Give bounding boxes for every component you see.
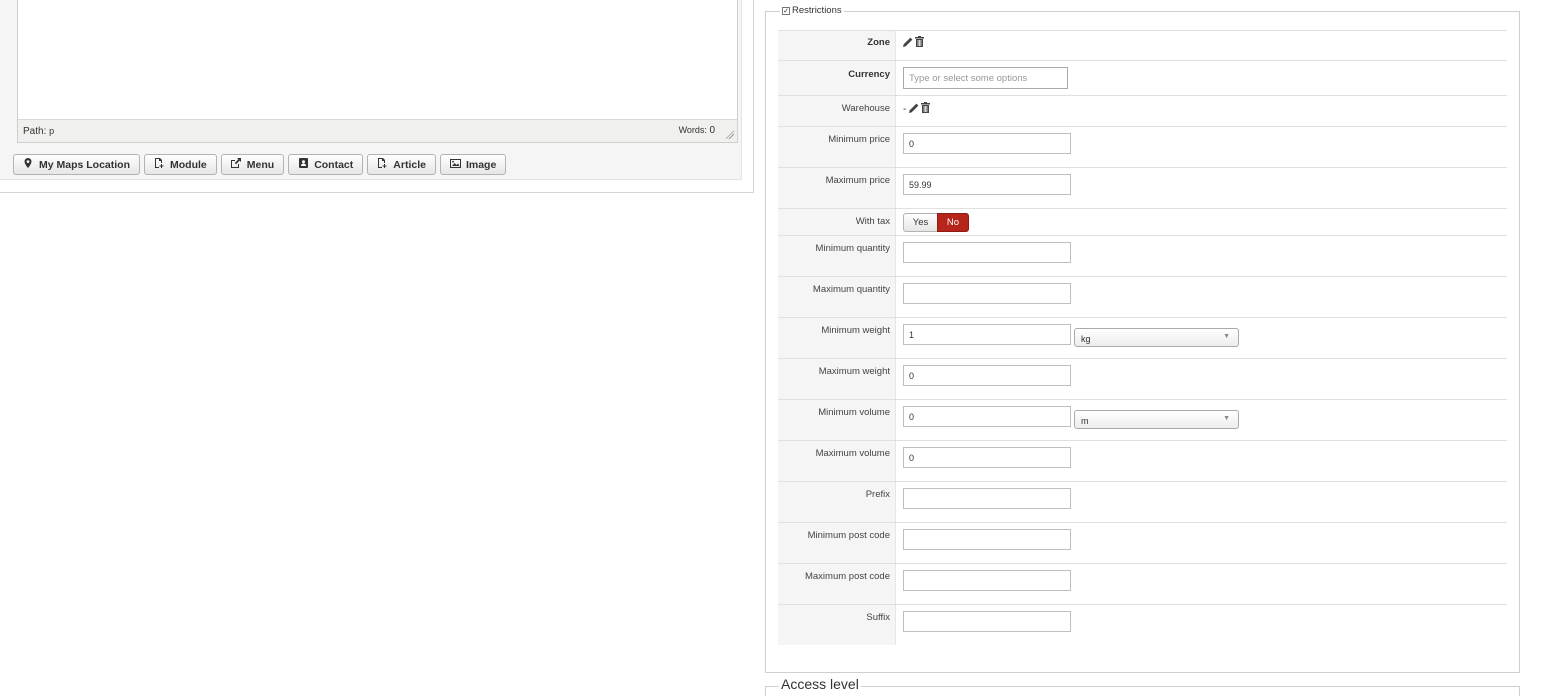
picture-icon [449,158,461,171]
editor-panel-inner: Path: p Words: 0 My Maps Location Module… [0,0,742,180]
chevron-down-icon: ▼ [1223,333,1230,340]
minimum-quantity-label: Minimum quantity [815,243,890,254]
menu-label: Menu [246,158,275,171]
volume-unit-select[interactable]: m ▼ [1074,410,1239,429]
restrictions-legend-text: Restrictions [792,5,842,16]
address-book-icon [298,158,308,171]
row-divider [778,481,1507,482]
volume-unit-value: m [1081,416,1089,426]
image-label: Image [465,158,497,171]
trash-icon[interactable] [915,36,924,50]
my-maps-location-button[interactable]: My Maps Location [13,154,141,175]
maximum-quantity-input[interactable] [903,283,1071,304]
currency-multiselect[interactable]: Type or select some options [903,67,1068,89]
editor-content-area[interactable]: Path: p Words: 0 [17,0,738,143]
row-divider [778,235,1507,236]
maximum-price-input[interactable]: 59.99 [903,174,1071,195]
words-label: Words: [678,125,707,135]
pencil-icon[interactable] [909,103,919,116]
minimum-weight-label: Minimum weight [821,325,890,336]
row-divider [778,522,1507,523]
suffix-input[interactable] [903,611,1071,632]
with-tax-no-button[interactable]: No [937,213,969,232]
map-pin-icon [23,158,33,171]
with-tax-toggle: Yes No [903,213,969,232]
currency-label: Currency [848,69,890,80]
row-divider [778,95,1507,96]
row-divider [778,126,1507,127]
minimum-quantity-input[interactable] [903,242,1071,263]
share-icon [230,158,241,171]
editor-statusbar: Path: p Words: 0 [18,119,737,142]
module-label: Module [170,158,207,171]
row-divider [778,208,1507,209]
row-divider [778,276,1507,277]
path-label: Path: [23,126,47,137]
minimum-post-code-label: Minimum post code [807,530,890,541]
minimum-weight-input[interactable]: 1 [903,324,1071,345]
row-divider [778,167,1507,168]
maximum-post-code-input[interactable] [903,570,1071,591]
suffix-label: Suffix [866,612,890,623]
pencil-icon[interactable] [903,37,913,50]
maximum-quantity-label: Maximum quantity [812,284,890,295]
access-level-fieldset [765,686,1520,696]
prefix-input[interactable] [903,488,1071,509]
my-maps-location-label: My Maps Location [39,158,131,171]
minimum-volume-label: Minimum volume [818,407,890,418]
label-column [778,30,896,645]
maximum-weight-label: Maximum weight [818,366,890,377]
row-divider [778,30,1507,31]
with-tax-yes-button[interactable]: Yes [903,213,937,232]
row-divider [778,604,1507,605]
row-divider [778,399,1507,400]
zone-actions [903,36,924,50]
maximum-post-code-label: Maximum post code [804,571,890,582]
editor-path: Path: p [23,126,54,137]
file-add-icon [377,158,387,171]
maximum-price-label: Maximum price [825,175,890,186]
words-count: 0 [709,125,715,136]
minimum-post-code-input[interactable] [903,529,1071,550]
row-divider [778,358,1507,359]
minimum-price-input[interactable]: 0 [903,133,1071,154]
minimum-price-label: Minimum price [828,134,890,145]
editor-word-count: Words: 0 [679,125,715,136]
trash-icon[interactable] [921,102,931,116]
module-button[interactable]: Module [144,154,217,175]
contact-button[interactable]: Contact [288,154,364,175]
row-divider [778,440,1507,441]
article-button[interactable]: Article [367,154,436,175]
editor-panel: Path: p Words: 0 My Maps Location Module… [0,0,754,193]
row-divider [778,317,1507,318]
path-value[interactable]: p [49,126,54,136]
zone-label: Zone [867,37,890,48]
restrictions-legend: ✓ Restrictions [780,5,844,16]
warehouse-value: - [903,103,907,115]
contact-label: Contact [314,158,354,171]
maximum-weight-input[interactable]: 0 [903,365,1071,386]
warehouse-actions: - [903,102,931,116]
editor-buttons: My Maps Location Module Menu Contact Art… [13,154,507,175]
prefix-label: Prefix [865,489,890,500]
weight-unit-select[interactable]: kg ▼ [1074,328,1239,347]
weight-unit-value: kg [1081,334,1091,344]
menu-button[interactable]: Menu [220,154,285,175]
file-add-icon [154,158,164,171]
image-button[interactable]: Image [439,154,507,175]
minimum-volume-input[interactable]: 0 [903,406,1071,427]
row-divider [778,563,1507,564]
restrictions-checkbox[interactable]: ✓ [782,6,790,15]
chevron-down-icon: ▼ [1223,415,1230,422]
maximum-volume-input[interactable]: 0 [903,447,1071,468]
row-divider [778,60,1507,61]
maximum-volume-label: Maximum volume [815,448,890,459]
with-tax-label: With tax [855,216,890,227]
resize-handle-icon[interactable] [726,131,734,139]
article-label: Article [393,158,426,171]
warehouse-label: Warehouse [841,103,890,114]
